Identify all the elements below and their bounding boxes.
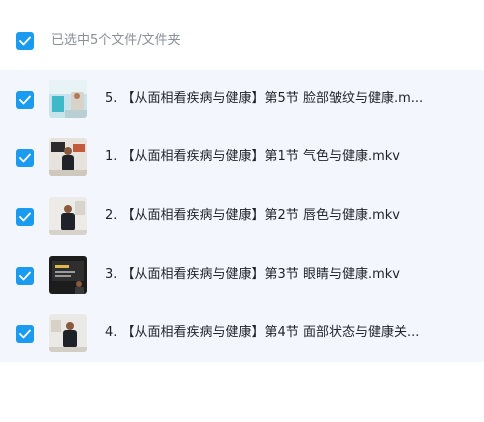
video-thumbnail-screen xyxy=(49,256,87,294)
select-all-checkbox[interactable] xyxy=(16,32,34,50)
check-icon xyxy=(19,212,31,222)
check-icon xyxy=(19,36,31,46)
file-name: 4. 【从面相看疾病与健康】第4节 面部状态与健康关... xyxy=(105,325,420,340)
file-selection-panel: 已选中5个文件/文件夹 5. 【从面相看疾病与健康】第5节 脸部皱纹与健康.m.… xyxy=(0,0,484,422)
file-list: 5. 【从面相看疾病与健康】第5节 脸部皱纹与健康.m... 1. 【从面相看疾… xyxy=(0,70,484,362)
file-name: 5. 【从面相看疾病与健康】第5节 脸部皱纹与健康.m... xyxy=(105,91,424,106)
file-checkbox[interactable] xyxy=(16,91,34,109)
video-thumbnail-lecturer xyxy=(49,138,87,176)
video-thumbnail-lecturer xyxy=(49,197,87,235)
check-icon xyxy=(19,153,31,163)
file-checkbox[interactable] xyxy=(16,267,34,285)
file-row[interactable]: 5. 【从面相看疾病与健康】第5节 脸部皱纹与健康.m... xyxy=(0,70,484,128)
check-icon xyxy=(19,329,31,339)
file-name: 2. 【从面相看疾病与健康】第2节 唇色与健康.mkv xyxy=(105,208,400,223)
video-thumbnail-clinic xyxy=(49,80,87,118)
file-checkbox[interactable] xyxy=(16,325,34,343)
file-checkbox[interactable] xyxy=(16,208,34,226)
selection-count-text: 已选中5个文件/文件夹 xyxy=(51,33,181,48)
selection-header: 已选中5个文件/文件夹 xyxy=(0,0,484,70)
file-row[interactable]: 1. 【从面相看疾病与健康】第1节 气色与健康.mkv xyxy=(0,128,484,186)
file-row[interactable]: 4. 【从面相看疾病与健康】第4节 面部状态与健康关... xyxy=(0,304,484,362)
file-name: 3. 【从面相看疾病与健康】第3节 眼睛与健康.mkv xyxy=(105,267,400,282)
file-row[interactable]: 3. 【从面相看疾病与健康】第3节 眼睛与健康.mkv xyxy=(0,246,484,304)
check-icon xyxy=(19,95,31,105)
file-checkbox[interactable] xyxy=(16,149,34,167)
file-row[interactable]: 2. 【从面相看疾病与健康】第2节 唇色与健康.mkv xyxy=(0,187,484,245)
file-name: 1. 【从面相看疾病与健康】第1节 气色与健康.mkv xyxy=(105,149,400,164)
check-icon xyxy=(19,271,31,281)
video-thumbnail-lecturer xyxy=(49,314,87,352)
